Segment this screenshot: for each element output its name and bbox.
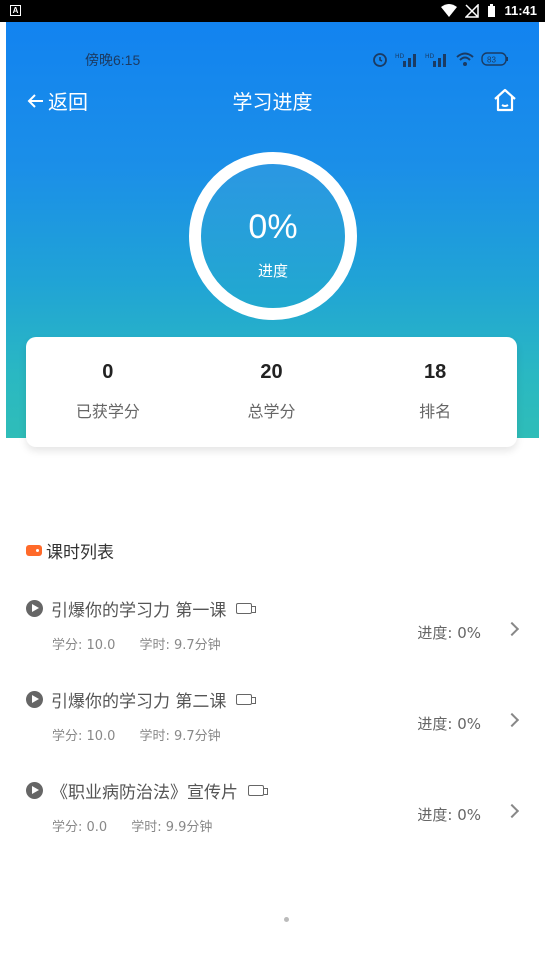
tag-icon — [26, 545, 42, 556]
lesson-title: 《职业病防治法》宣传片 — [51, 783, 238, 803]
lesson-title: 引爆你的学习力 第一课 — [51, 601, 227, 621]
wifi-icon-inner — [456, 52, 474, 66]
video-icon — [236, 694, 257, 705]
app-frame: 傍晚6:15 HD HD 83 返回 学习进度 0% 进度 0 已获学分 20 … — [6, 22, 539, 972]
lesson-row[interactable]: 引爆你的学习力 第一课 学分: 10.0 学时: 9.7分钟 进度: 0% — [6, 580, 539, 671]
signal-hd-icon: HD — [395, 53, 416, 67]
page-indicator-dot — [284, 917, 289, 922]
lesson-hours: 学时: 9.7分钟 — [139, 638, 221, 653]
lesson-credit: 学分: 10.0 — [52, 729, 116, 744]
stat-caption: 总学分 — [247, 402, 296, 421]
signal-hd-icon-2: HD — [425, 53, 446, 67]
page-title: 学习进度 — [232, 90, 313, 114]
home-button[interactable] — [491, 86, 519, 114]
section-title-text: 课时列表 — [46, 543, 114, 563]
lesson-row[interactable]: 引爆你的学习力 第二课 学分: 10.0 学时: 9.7分钟 进度: 0% — [6, 671, 539, 762]
battery-level-text: 83 — [487, 56, 496, 65]
video-icon — [236, 603, 257, 614]
alarm-icon — [373, 53, 387, 67]
system-time: 11:41 — [504, 3, 537, 18]
system-status-bar: A 11:41 — [0, 0, 545, 22]
lesson-hours: 学时: 9.9分钟 — [131, 820, 213, 835]
progress-percent: 0% — [248, 208, 298, 246]
progress-label: 进度 — [257, 262, 288, 280]
lesson-list-header: 课时列表 — [26, 538, 114, 563]
progress-ring: 0% 进度 — [189, 152, 357, 320]
play-icon — [26, 691, 43, 708]
notification-icon: A — [10, 5, 21, 16]
battery-icon — [488, 3, 496, 17]
system-status-icons: 11:41 — [441, 3, 537, 18]
stat-value: 18 — [424, 361, 447, 383]
lesson-meta: 学分: 0.0 学时: 9.9分钟 — [52, 816, 212, 835]
chevron-right-icon — [504, 712, 520, 728]
signal-off-icon — [465, 3, 480, 18]
play-icon — [26, 782, 43, 799]
lesson-title-line: 《职业病防治法》宣传片 — [26, 778, 268, 803]
inner-status-icons: HD HD 83 — [371, 50, 509, 68]
home-icon — [494, 88, 516, 112]
lesson-title: 引爆你的学习力 第二课 — [51, 692, 227, 712]
lesson-progress: 进度: 0% — [417, 715, 481, 733]
lesson-meta: 学分: 10.0 学时: 9.7分钟 — [52, 634, 221, 653]
lesson-row[interactable]: 《职业病防治法》宣传片 学分: 0.0 学时: 9.9分钟 进度: 0% — [6, 762, 539, 853]
inner-status-bar: 傍晚6:15 HD HD 83 — [6, 50, 539, 68]
chevron-right-icon — [504, 621, 520, 637]
lesson-credit: 学分: 10.0 — [52, 638, 116, 653]
battery-level-icon: 83 — [481, 52, 508, 66]
lesson-hours: 学时: 9.7分钟 — [139, 729, 221, 744]
lesson-list: 引爆你的学习力 第一课 学分: 10.0 学时: 9.7分钟 进度: 0% 引爆… — [6, 580, 539, 853]
svg-text:HD: HD — [425, 53, 435, 60]
play-icon — [26, 600, 43, 617]
svg-text:HD: HD — [395, 53, 405, 60]
stat-value: 0 — [102, 361, 114, 383]
stat-earned-credits: 0 已获学分 — [26, 337, 190, 447]
lesson-progress: 进度: 0% — [417, 624, 481, 642]
top-nav: 返回 学习进度 — [6, 86, 539, 116]
stats-card: 0 已获学分 20 总学分 18 排名 — [26, 337, 517, 447]
stat-total-credits: 20 总学分 — [190, 337, 354, 447]
stat-caption: 排名 — [419, 402, 452, 421]
wifi-icon — [441, 4, 458, 17]
lesson-title-line: 引爆你的学习力 第二课 — [26, 687, 257, 712]
lesson-meta: 学分: 10.0 学时: 9.7分钟 — [52, 725, 221, 744]
inner-status-time: 傍晚6:15 — [85, 52, 141, 68]
stat-value: 20 — [260, 361, 283, 383]
stat-caption: 已获学分 — [75, 402, 140, 421]
chevron-right-icon — [504, 803, 520, 819]
stat-ranking: 18 排名 — [353, 337, 517, 447]
lesson-progress: 进度: 0% — [417, 806, 481, 824]
video-icon — [248, 785, 268, 796]
lesson-title-line: 引爆你的学习力 第一课 — [26, 596, 257, 621]
lesson-credit: 学分: 0.0 — [52, 820, 108, 835]
